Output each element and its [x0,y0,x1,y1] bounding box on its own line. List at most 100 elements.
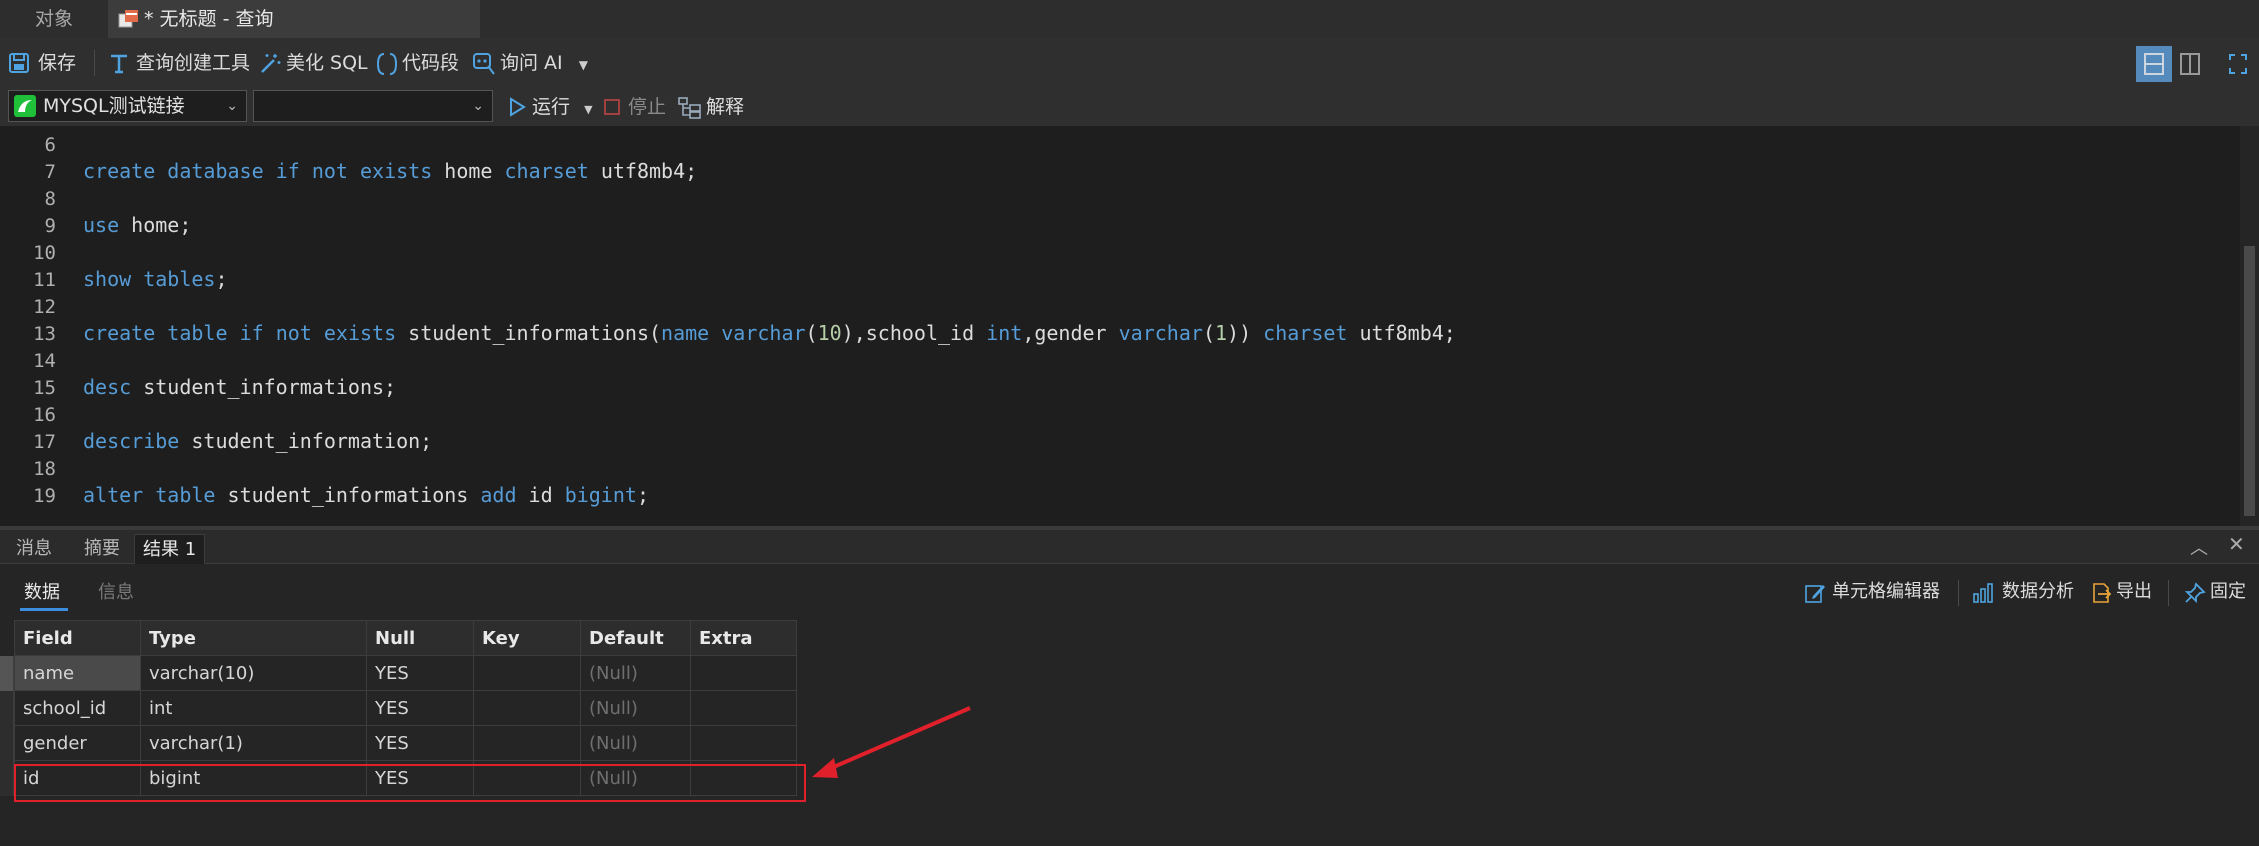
connection-toolbar: MYSQL测试链接 ⌄ ⌄ 运行 ▼ 停止 解释 [0,88,2259,126]
collapse-icon[interactable]: ︿ [2190,534,2208,560]
cell-default[interactable]: (Null) [580,725,691,761]
cell-extra[interactable] [690,690,797,726]
cell-editor-label: 单元格编辑器 [1832,581,1940,602]
line-number: 6 [44,134,56,156]
chevron-down-icon: ▼ [578,58,588,72]
tab-messages[interactable]: 消息 [8,534,60,564]
code-line: create database if not exists home chars… [83,159,698,183]
cell-type[interactable]: varchar(1) [140,725,367,761]
split-vertical-layout-button[interactable] [2172,46,2208,82]
scrollbar-thumb[interactable] [2244,246,2255,516]
tab-summary[interactable]: 摘要 [76,534,128,564]
row-selector[interactable] [0,691,14,726]
maximize-button[interactable] [2220,46,2256,82]
active-tab-indicator [20,608,68,611]
database-select[interactable]: ⌄ [253,90,493,122]
export-label: 导出 [2116,581,2152,602]
code-line: use home; [83,213,192,237]
bar-chart-icon [1973,583,1993,603]
line-number: 13 [33,323,56,345]
cell-type[interactable]: varchar(10) [140,655,367,691]
column-header-null[interactable]: Null [366,620,474,656]
data-analysis-button[interactable]: 数据分析 [1972,564,2074,620]
subtab-data[interactable]: 数据 [24,578,60,604]
edit-pencil-icon [1805,585,1825,603]
cell-default[interactable]: (Null) [580,690,691,726]
cell-null[interactable]: YES [366,655,474,691]
save-label: 保存 [38,52,77,74]
result-subtoolbar: 数据 信息 单元格编辑器 数据分析 导出 固定 [0,564,2259,620]
cell-extra[interactable] [690,655,797,691]
code-line: create table if not exists student_infor… [83,321,1456,345]
query-tab-icon [118,10,138,28]
document-tab-bar: 对象 * 无标题 - 查询 [0,0,2259,38]
query-builder-button[interactable]: 查询创建工具 [108,38,250,88]
explain-button[interactable]: 解释 [676,82,744,132]
stop-button[interactable]: 停止 [602,82,666,132]
connection-name: MYSQL测试链接 [43,95,185,117]
sql-editor[interactable]: 6 7 8 9 10 11 12 13 14 15 16 17 18 19 cr… [0,126,2240,526]
close-icon[interactable]: ✕ [2228,532,2245,556]
split-vertical-icon [2180,53,2200,75]
run-button[interactable]: 运行 ▼ [506,82,593,132]
pin-icon [2184,582,2206,604]
run-label: 运行 [532,96,571,118]
cell-field[interactable]: gender [14,725,141,761]
cell-default[interactable]: (Null) [580,655,691,691]
query-builder-label: 查询创建工具 [136,52,251,74]
beautify-sql-label: 美化 SQL [286,52,368,74]
cell-field[interactable]: school_id [14,690,141,726]
code-line: show tables; [83,267,228,291]
code-snippet-button[interactable]: 代码段 [376,38,459,88]
split-horizontal-icon [2144,53,2164,75]
code-line: describe student_information; [83,429,433,453]
data-analysis-label: 数据分析 [2002,581,2074,602]
chevron-down-icon: ⌄ [472,98,484,114]
chevron-down-icon: ⌄ [226,98,238,114]
query-builder-icon [111,54,127,74]
cell-key[interactable] [473,655,581,691]
tab-query[interactable]: * 无标题 - 查询 [108,0,480,38]
table-row[interactable]: name varchar(10) YES (Null) [14,655,797,691]
chevron-down-icon: ▼ [584,103,593,116]
export-icon [2093,583,2112,603]
stop-label: 停止 [628,96,667,118]
line-number: 19 [33,485,56,507]
cell-null[interactable]: YES [366,725,474,761]
cell-null[interactable]: YES [366,690,474,726]
tab-result-1[interactable]: 结果 1 [134,534,206,564]
export-button[interactable]: 导出 [2090,564,2152,620]
cell-key[interactable] [473,725,581,761]
save-button[interactable]: 保存 [8,38,76,88]
table-row[interactable]: school_id int YES (Null) [14,690,797,726]
cell-editor-button[interactable]: 单元格编辑器 [1804,564,1940,620]
row-selector[interactable] [0,761,14,796]
split-horizontal-layout-button[interactable] [2136,46,2172,82]
cell-extra[interactable] [690,725,797,761]
column-header-extra[interactable]: Extra [690,620,797,656]
ask-ai-button[interactable]: 询问 AI ▼ [472,38,588,88]
pin-button[interactable]: 固定 [2184,564,2246,620]
save-icon [9,53,29,73]
subtab-info[interactable]: 信息 [98,578,134,604]
cell-field[interactable]: name [14,655,141,691]
connection-select[interactable]: MYSQL测试链接 ⌄ [8,90,247,122]
cell-type[interactable]: int [140,690,367,726]
cell-key[interactable] [473,690,581,726]
line-number: 16 [33,404,56,426]
column-header-default[interactable]: Default [580,620,691,656]
line-number: 8 [44,188,56,210]
editor-scrollbar[interactable] [2240,126,2259,526]
beautify-sql-button[interactable]: 美化 SQL [258,38,368,88]
row-selector[interactable] [0,726,14,761]
code-snippet-icon [376,53,398,75]
tab-objects[interactable]: 对象 [0,0,108,38]
column-header-field[interactable]: Field [14,620,141,656]
code-snippet-label: 代码段 [402,52,460,74]
line-number: 12 [33,296,56,318]
column-header-key[interactable]: Key [473,620,581,656]
column-header-type[interactable]: Type [140,620,367,656]
magic-wand-icon [261,54,281,73]
row-selector[interactable] [0,656,14,691]
table-row[interactable]: gender varchar(1) YES (Null) [14,725,797,761]
